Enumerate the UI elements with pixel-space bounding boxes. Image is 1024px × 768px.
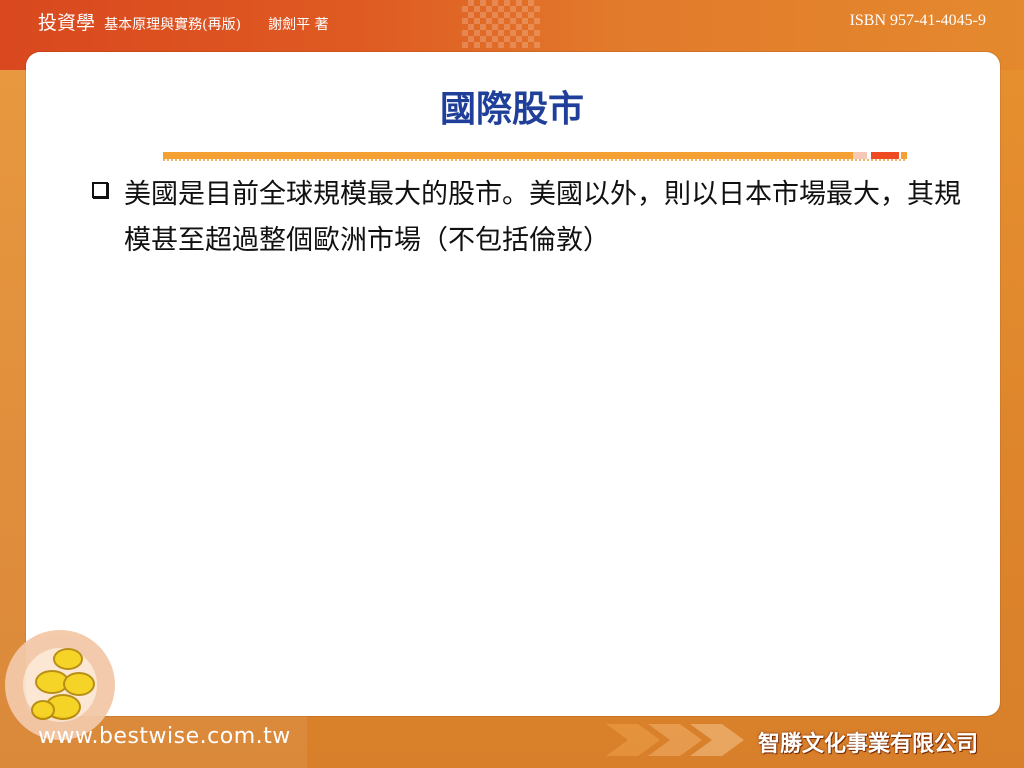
arrows-decoration [606,724,744,756]
rule-tail-block [901,152,907,159]
coin-icon [31,700,55,720]
bullet-item: 美國是目前全球規模最大的股市。美國以外，則以日本市場最大，其規模甚至超過整個歐洲… [92,172,982,264]
checkbox-square-icon [92,182,108,198]
footer-url: www.bestwise.com.tw [38,724,291,749]
rule-dotted-line [163,159,907,161]
coin-icon [63,672,95,696]
isbn-label: ISBN 957-41-4045-9 [849,12,986,29]
coin-icon [53,648,83,670]
rule-red-block [871,152,899,159]
book-title: 投資學 [38,12,96,34]
book-subtitle: 基本原理與實務(再版) [104,17,242,33]
publisher-name: 智勝文化事業有限公司 [757,732,978,757]
bullet-text: 美國是目前全球規模最大的股市。美國以外，則以日本市場最大，其規模甚至超過整個歐洲… [124,179,961,256]
book-author: 謝劍平 著 [268,17,329,33]
checker-pattern-decoration [462,0,540,48]
slide-title: 國際股市 [439,89,584,130]
book-header: 投資學 基本原理與實務(再版) 謝劍平 著 [38,8,329,35]
rule-pink-block [853,152,867,159]
title-underline-rule [163,152,907,161]
rule-orange-bar [163,152,853,159]
